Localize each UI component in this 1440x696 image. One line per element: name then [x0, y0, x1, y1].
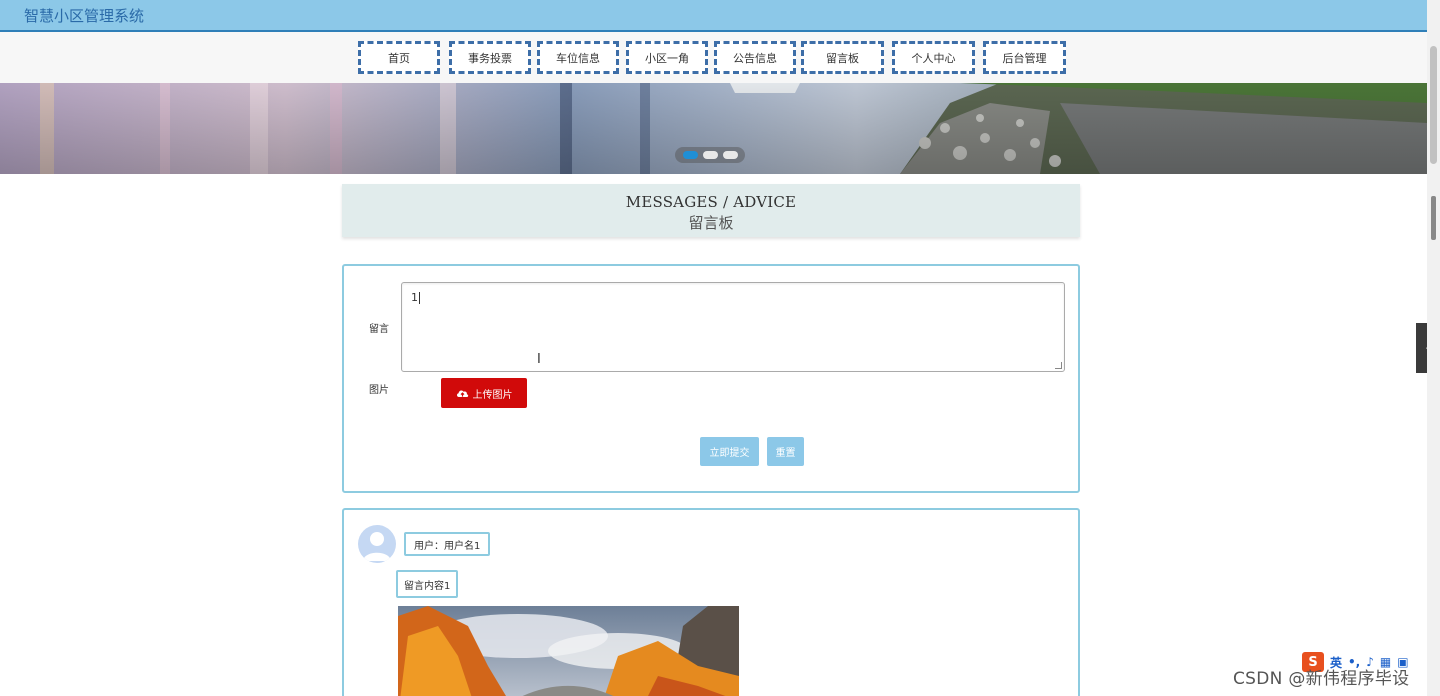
message-label: 留言	[369, 324, 389, 335]
message-text: 1	[411, 291, 418, 304]
cloud-upload-icon	[456, 390, 468, 397]
scrollbar-thumb[interactable]	[1430, 46, 1437, 164]
top-bar: 智慧小区管理系统	[0, 0, 1427, 32]
user-avatar-icon	[363, 532, 391, 561]
nav-item-notices[interactable]: 公告信息	[714, 41, 796, 74]
text-cursor-icon: I	[537, 352, 541, 367]
section-title-en: MESSAGES / ADVICE	[625, 193, 797, 211]
watermark: CSDN @新伟程序毕设	[1233, 669, 1410, 689]
page-scrollbar[interactable]	[1427, 0, 1440, 696]
reset-button[interactable]: 重置	[767, 437, 804, 466]
section-title-cn: 留言板	[688, 214, 734, 232]
nav-item-community[interactable]: 小区一角	[626, 41, 708, 74]
comment-user: 用户：用户名1	[404, 532, 491, 556]
carousel-dot-3[interactable]	[722, 151, 738, 159]
resize-handle[interactable]	[1055, 362, 1062, 369]
message-list: 用户：用户名1 留言内容1	[342, 508, 1080, 696]
comment-image	[398, 606, 739, 696]
carousel-indicators	[675, 147, 745, 163]
comment-content: 留言内容1	[396, 570, 459, 598]
text-caret	[419, 292, 420, 304]
upload-label: 上传图片	[472, 389, 513, 401]
message-textarea[interactable]: 1	[401, 282, 1065, 372]
nav-item-home[interactable]: 首页	[358, 41, 440, 74]
image-label: 图片	[369, 385, 389, 396]
nav-item-message-board[interactable]: 留言板	[801, 41, 884, 74]
carousel-dot-1[interactable]	[682, 151, 698, 159]
section-header: MESSAGES / ADVICE 留言板	[342, 184, 1080, 237]
submit-button[interactable]: 立即提交	[700, 437, 759, 466]
main-nav: 首页 事务投票 车位信息 小区一角 公告信息 留言板 个人中心 后台管理	[0, 32, 1427, 83]
autumn-photo	[398, 606, 739, 696]
page: 智慧小区管理系统 首页 事务投票 车位信息 小区一角 公告信息 留言板 个人中心…	[0, 0, 1440, 696]
nav-item-parking[interactable]: 车位信息	[537, 41, 619, 74]
nav-item-admin[interactable]: 后台管理	[983, 41, 1066, 74]
nav-item-voting[interactable]: 事务投票	[449, 41, 531, 74]
nav-item-profile[interactable]: 个人中心	[892, 41, 975, 74]
scrollbar-marker	[1431, 196, 1436, 240]
carousel-dot-2[interactable]	[702, 151, 718, 159]
app-title[interactable]: 智慧小区管理系统	[24, 5, 144, 26]
message-form: 留言 1 I 图片 上传图片 立即提交 重置	[342, 264, 1080, 493]
avatar	[358, 525, 396, 563]
upload-image-button[interactable]: 上传图片	[441, 378, 527, 408]
